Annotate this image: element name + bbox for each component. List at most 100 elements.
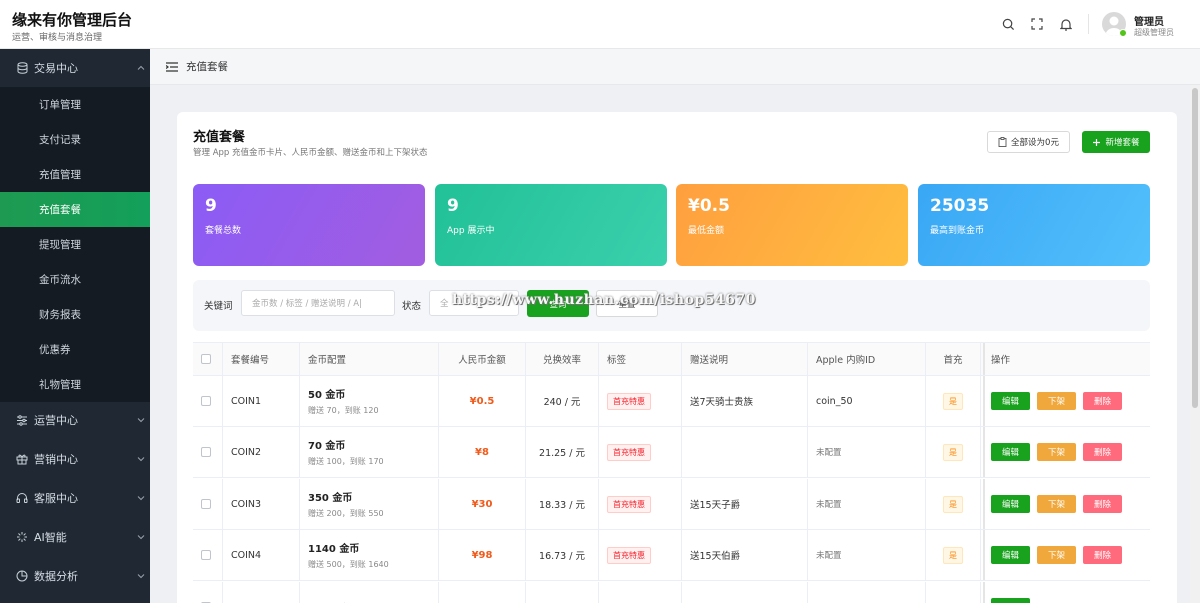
edit-button[interactable]: 编辑	[991, 495, 1030, 513]
cell-coins: 1140 金币 赠送 500，到账 1640	[300, 530, 439, 580]
edit-button[interactable]: 编辑	[991, 443, 1030, 461]
page-description: 管理 App 充值金币卡片、人民币金额、赠送金币和上下架状态	[193, 148, 428, 158]
table-row: 3550 金币	[193, 582, 1150, 603]
sidebar-item-finance-reports[interactable]: 财务报表	[0, 297, 150, 332]
first-recharge-tag: 是	[943, 392, 963, 410]
chevron-down-icon	[137, 496, 145, 501]
coin-amount: 350 金币	[308, 493, 353, 504]
take-down-button[interactable]: 下架	[1037, 443, 1076, 461]
row-checkbox-cell	[193, 530, 223, 580]
cell-coins: 350 金币 赠送 200，到账 550	[300, 479, 439, 529]
col-actions: 操作	[983, 343, 1150, 375]
edit-button[interactable]: 编辑	[991, 392, 1030, 410]
sidebar-item-label: 订单管理	[39, 99, 81, 111]
sidebar-item-gifts[interactable]: 礼物管理	[0, 367, 150, 402]
app-title: 缘来有你管理后台	[12, 11, 133, 29]
delete-button[interactable]: 删除	[1083, 443, 1122, 461]
edit-button[interactable]: 编辑	[991, 546, 1030, 564]
row-checkbox[interactable]	[201, 550, 211, 560]
row-checkbox[interactable]	[201, 396, 211, 406]
take-down-button[interactable]: 下架	[1037, 546, 1076, 564]
sidebar-item-coupons[interactable]: 优惠券	[0, 332, 150, 367]
cell-rate: 18.33 / 元	[526, 479, 599, 529]
page-title: 充值套餐	[193, 130, 246, 145]
cell-apple-id: 未配置	[808, 479, 926, 529]
cell-tag: 首充特惠	[599, 376, 682, 426]
sidebar-item-orders[interactable]: 订单管理	[0, 87, 150, 122]
select-all-checkbox[interactable]	[201, 354, 211, 364]
cell-coins: 70 金币 赠送 100，到账 170	[300, 427, 439, 477]
col-gift: 赠送说明	[682, 343, 808, 375]
sidebar-group-trade[interactable]: 交易中心	[0, 50, 150, 86]
sidebar-item-recharge-packages[interactable]: 充值套餐	[0, 192, 150, 227]
delete-button[interactable]: 删除	[1083, 495, 1122, 513]
scrollbar-thumb[interactable]	[1192, 88, 1198, 408]
breadcrumb-current: 充值套餐	[186, 61, 228, 73]
sidebar-group-operations[interactable]: 运营中心	[0, 402, 150, 438]
set-all-zero-label: 全部设为0元	[1011, 138, 1059, 148]
cell-apple-id: coin_50	[808, 376, 926, 426]
take-down-button[interactable]: 下架	[1037, 392, 1076, 410]
first-recharge-tag: 是	[943, 546, 963, 564]
row-checkbox-cell	[193, 427, 223, 477]
coin-amount: 3550 金币	[308, 600, 359, 603]
sidebar-group-label: AI智能	[34, 531, 67, 544]
table-header: 套餐编号 金币配置 人民币金额 兑换效率 标签 赠送说明 Apple 内购ID …	[193, 342, 1150, 376]
stat-label: 套餐总数	[205, 226, 242, 236]
user-role: 超级管理员	[1134, 28, 1174, 37]
cell-rate	[526, 582, 599, 603]
stat-value: ¥0.5	[688, 196, 730, 216]
header-divider	[1088, 14, 1089, 34]
menu-toggle-icon[interactable]	[166, 61, 178, 72]
cell-gift: 送7天骑士贵族	[682, 376, 808, 426]
status-label: 状态	[402, 301, 422, 312]
app-subtitle: 运营、审核与消息治理	[12, 33, 103, 43]
sidebar-item-withdrawals[interactable]: 提现管理	[0, 227, 150, 262]
col-rmb: 人民币金额	[439, 343, 526, 375]
add-package-button[interactable]: 新增套餐	[1082, 131, 1150, 153]
sidebar-item-payments[interactable]: 支付记录	[0, 122, 150, 157]
cell-code: COIN1	[223, 376, 300, 426]
chevron-down-icon	[137, 535, 145, 540]
col-rate: 兑换效率	[526, 343, 599, 375]
sidebar-item-coin-flow[interactable]: 金币流水	[0, 262, 150, 297]
sidebar-group-label: 运营中心	[34, 414, 78, 427]
keyword-input[interactable]: 金币数 / 标签 / 赠送说明 / A|	[241, 290, 395, 316]
sidebar-group-label: 客服中心	[34, 492, 78, 505]
coin-detail: 赠送 100，到账 170	[308, 457, 384, 466]
stat-label: 最高到账金币	[930, 226, 985, 236]
edit-button[interactable]	[991, 598, 1030, 603]
cell-tag: 首充特惠	[599, 530, 682, 580]
delete-button[interactable]: 删除	[1083, 392, 1122, 410]
pie-chart-icon	[16, 570, 28, 582]
row-checkbox[interactable]	[201, 447, 211, 457]
sidebar-group-analytics[interactable]: 数据分析	[0, 558, 150, 594]
row-checkbox-cell	[193, 582, 223, 603]
sidebar-item-recharge[interactable]: 充值管理	[0, 157, 150, 192]
cell-rate: 16.73 / 元	[526, 530, 599, 580]
first-recharge-tag: 是	[943, 443, 963, 461]
online-status-dot	[1119, 29, 1127, 37]
fullscreen-icon[interactable]	[1029, 16, 1045, 32]
sidebar-group-label: 营销中心	[34, 453, 78, 466]
rmb-amount: ¥30	[471, 498, 493, 510]
sidebar-group-label: 交易中心	[34, 62, 78, 75]
sidebar-item-label: 充值套餐	[39, 204, 81, 216]
sidebar-group-customer-service[interactable]: 客服中心	[0, 480, 150, 516]
row-checkbox[interactable]	[201, 499, 211, 509]
sidebar-group-marketing[interactable]: 营销中心	[0, 441, 150, 477]
take-down-button[interactable]: 下架	[1037, 495, 1076, 513]
delete-button[interactable]: 删除	[1083, 546, 1122, 564]
cell-apple-id: 未配置	[808, 427, 926, 477]
bell-icon[interactable]	[1058, 16, 1074, 32]
set-all-zero-button[interactable]: 全部设为0元	[987, 131, 1070, 153]
search-icon[interactable]	[1000, 16, 1016, 32]
stat-card-min-amount: ¥0.5 最低金额	[676, 184, 908, 266]
cell-rmb: ¥30	[439, 479, 526, 529]
cell-actions: 编辑 下架 删除	[983, 530, 1150, 580]
sparkle-icon	[16, 531, 28, 543]
rmb-amount: ¥8	[475, 446, 489, 458]
sidebar-group-ai[interactable]: AI智能	[0, 519, 150, 555]
rmb-amount: ¥98	[471, 549, 493, 561]
cell-gift	[682, 427, 808, 477]
